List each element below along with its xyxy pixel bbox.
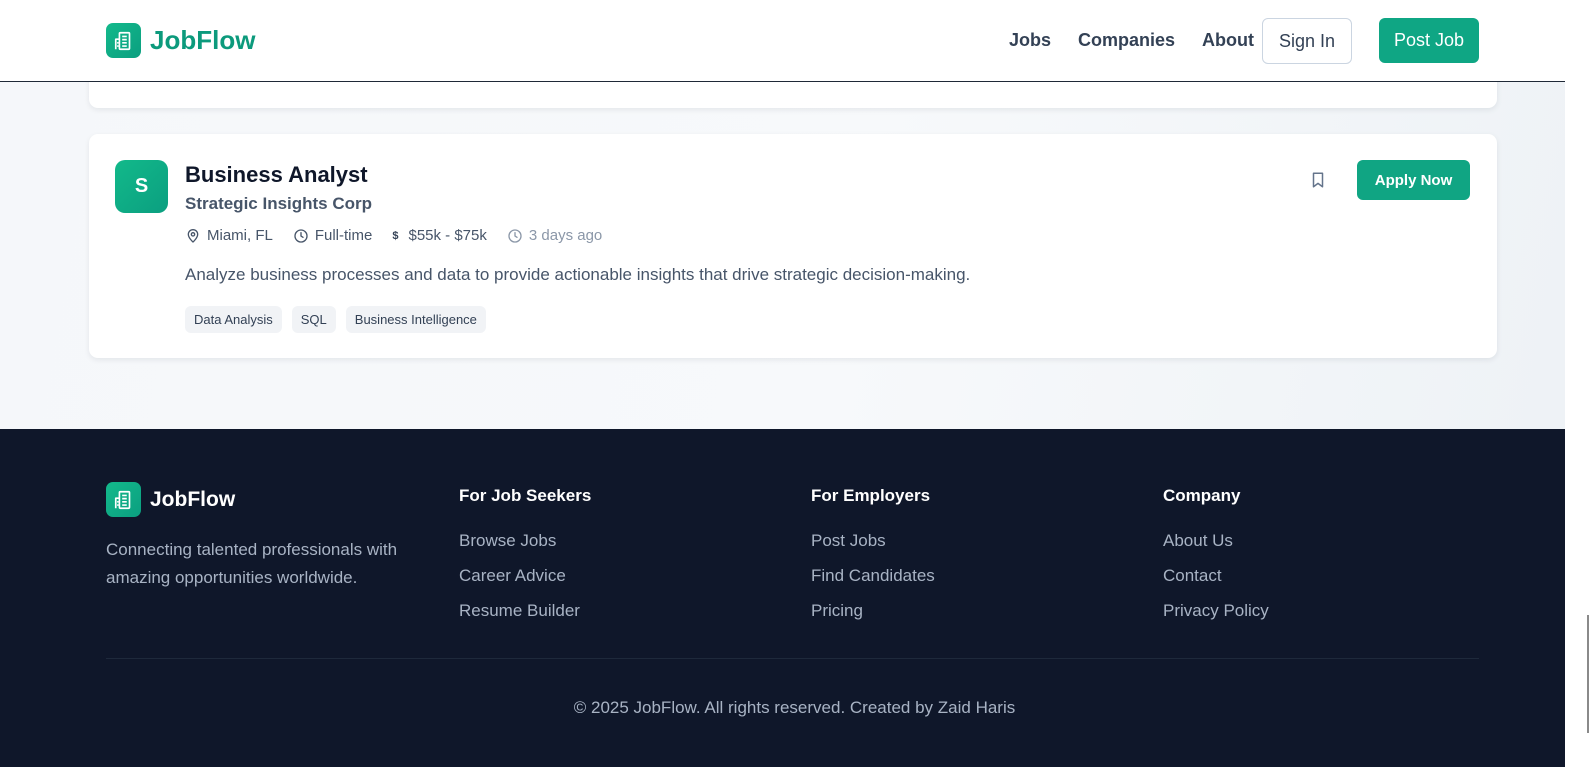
job-posted: 3 days ago [507, 227, 602, 244]
bookmark-icon[interactable] [1309, 170, 1327, 190]
footer-tagline: Connecting talented professionals with a… [106, 540, 398, 587]
post-job-button[interactable]: Post Job [1379, 18, 1479, 63]
clock-icon [294, 228, 308, 243]
company-logo-letter: S [134, 175, 149, 197]
job-tags: Data Analysis SQL Business Intelligence [185, 306, 486, 333]
clock-icon [508, 228, 522, 243]
skill-tag: SQL [291, 306, 336, 333]
nav-companies[interactable]: Companies [1078, 30, 1175, 51]
footer-link-post-jobs[interactable]: Post Jobs [811, 530, 935, 551]
job-title[interactable]: Business Analyst [185, 162, 368, 188]
company-logo: S [115, 160, 168, 213]
page: S Business Analyst Strategic Insights Co… [0, 0, 1589, 767]
building-icon [106, 23, 141, 58]
footer-link-contact[interactable]: Contact [1163, 565, 1269, 586]
site-header: JobFlow Jobs Companies About Sign In Pos… [0, 0, 1589, 82]
company-name[interactable]: Strategic Insights Corp [185, 194, 372, 214]
footer-divider [106, 658, 1479, 659]
footer-link-browse-jobs[interactable]: Browse Jobs [459, 530, 591, 551]
page-scrollbar[interactable] [1565, 0, 1589, 767]
job-location-text: Miami, FL [207, 227, 273, 244]
footer-link-about-us[interactable]: About Us [1163, 530, 1269, 551]
job-meta: Miami, FL Full-time $ $55k - $75k 3 days… [185, 227, 622, 244]
footer-link-resume-builder[interactable]: Resume Builder [459, 600, 591, 621]
footer-logo[interactable]: JobFlow [106, 482, 426, 517]
map-pin-icon [187, 228, 199, 243]
job-description: Analyze business processes and data to p… [185, 265, 971, 284]
job-location: Miami, FL [185, 227, 273, 244]
footer-link-find-candidates[interactable]: Find Candidates [811, 565, 935, 586]
copyright-text: © 2025 JobFlow. All rights reserved. Cre… [573, 698, 1016, 717]
skill-tag: Data Analysis [185, 306, 282, 333]
nav-jobs[interactable]: Jobs [1009, 30, 1051, 51]
job-salary-text: $55k - $75k [408, 227, 487, 244]
job-type: Full-time [293, 227, 373, 244]
footer-brand: JobFlow Connecting talented professional… [106, 482, 426, 592]
job-card[interactable]: S Business Analyst Strategic Insights Co… [89, 134, 1497, 358]
dollar-icon: $ [392, 229, 399, 242]
site-footer: JobFlow Connecting talented professional… [0, 429, 1565, 767]
main-nav: Jobs Companies About [1009, 30, 1281, 51]
footer-column-title: Company [1163, 486, 1241, 505]
footer-column-title: For Employers [811, 486, 931, 505]
footer-column-job-seekers: For Job Seekers Browse Jobs Career Advic… [459, 486, 591, 635]
footer-column-employers: For Employers Post Jobs Find Candidates … [811, 486, 935, 635]
skill-tag: Business Intelligence [345, 306, 486, 333]
job-posted-text: 3 days ago [528, 227, 603, 244]
sign-in-button[interactable]: Sign In [1262, 18, 1352, 64]
footer-column-title: For Job Seekers [459, 486, 592, 505]
footer-brand-name: JobFlow [150, 487, 236, 511]
footer-link-career-advice[interactable]: Career Advice [459, 565, 591, 586]
job-type-text: Full-time [314, 227, 373, 244]
brand-name: JobFlow [150, 25, 256, 55]
footer-link-privacy-policy[interactable]: Privacy Policy [1163, 600, 1269, 621]
building-icon [106, 482, 141, 517]
footer-column-company: Company About Us Contact Privacy Policy [1163, 486, 1269, 635]
apply-now-button[interactable]: Apply Now [1357, 160, 1470, 200]
brand-logo[interactable]: JobFlow [106, 23, 255, 58]
nav-about[interactable]: About [1202, 30, 1254, 51]
job-salary: $ $55k - $75k [392, 227, 487, 244]
footer-link-pricing[interactable]: Pricing [811, 600, 935, 621]
